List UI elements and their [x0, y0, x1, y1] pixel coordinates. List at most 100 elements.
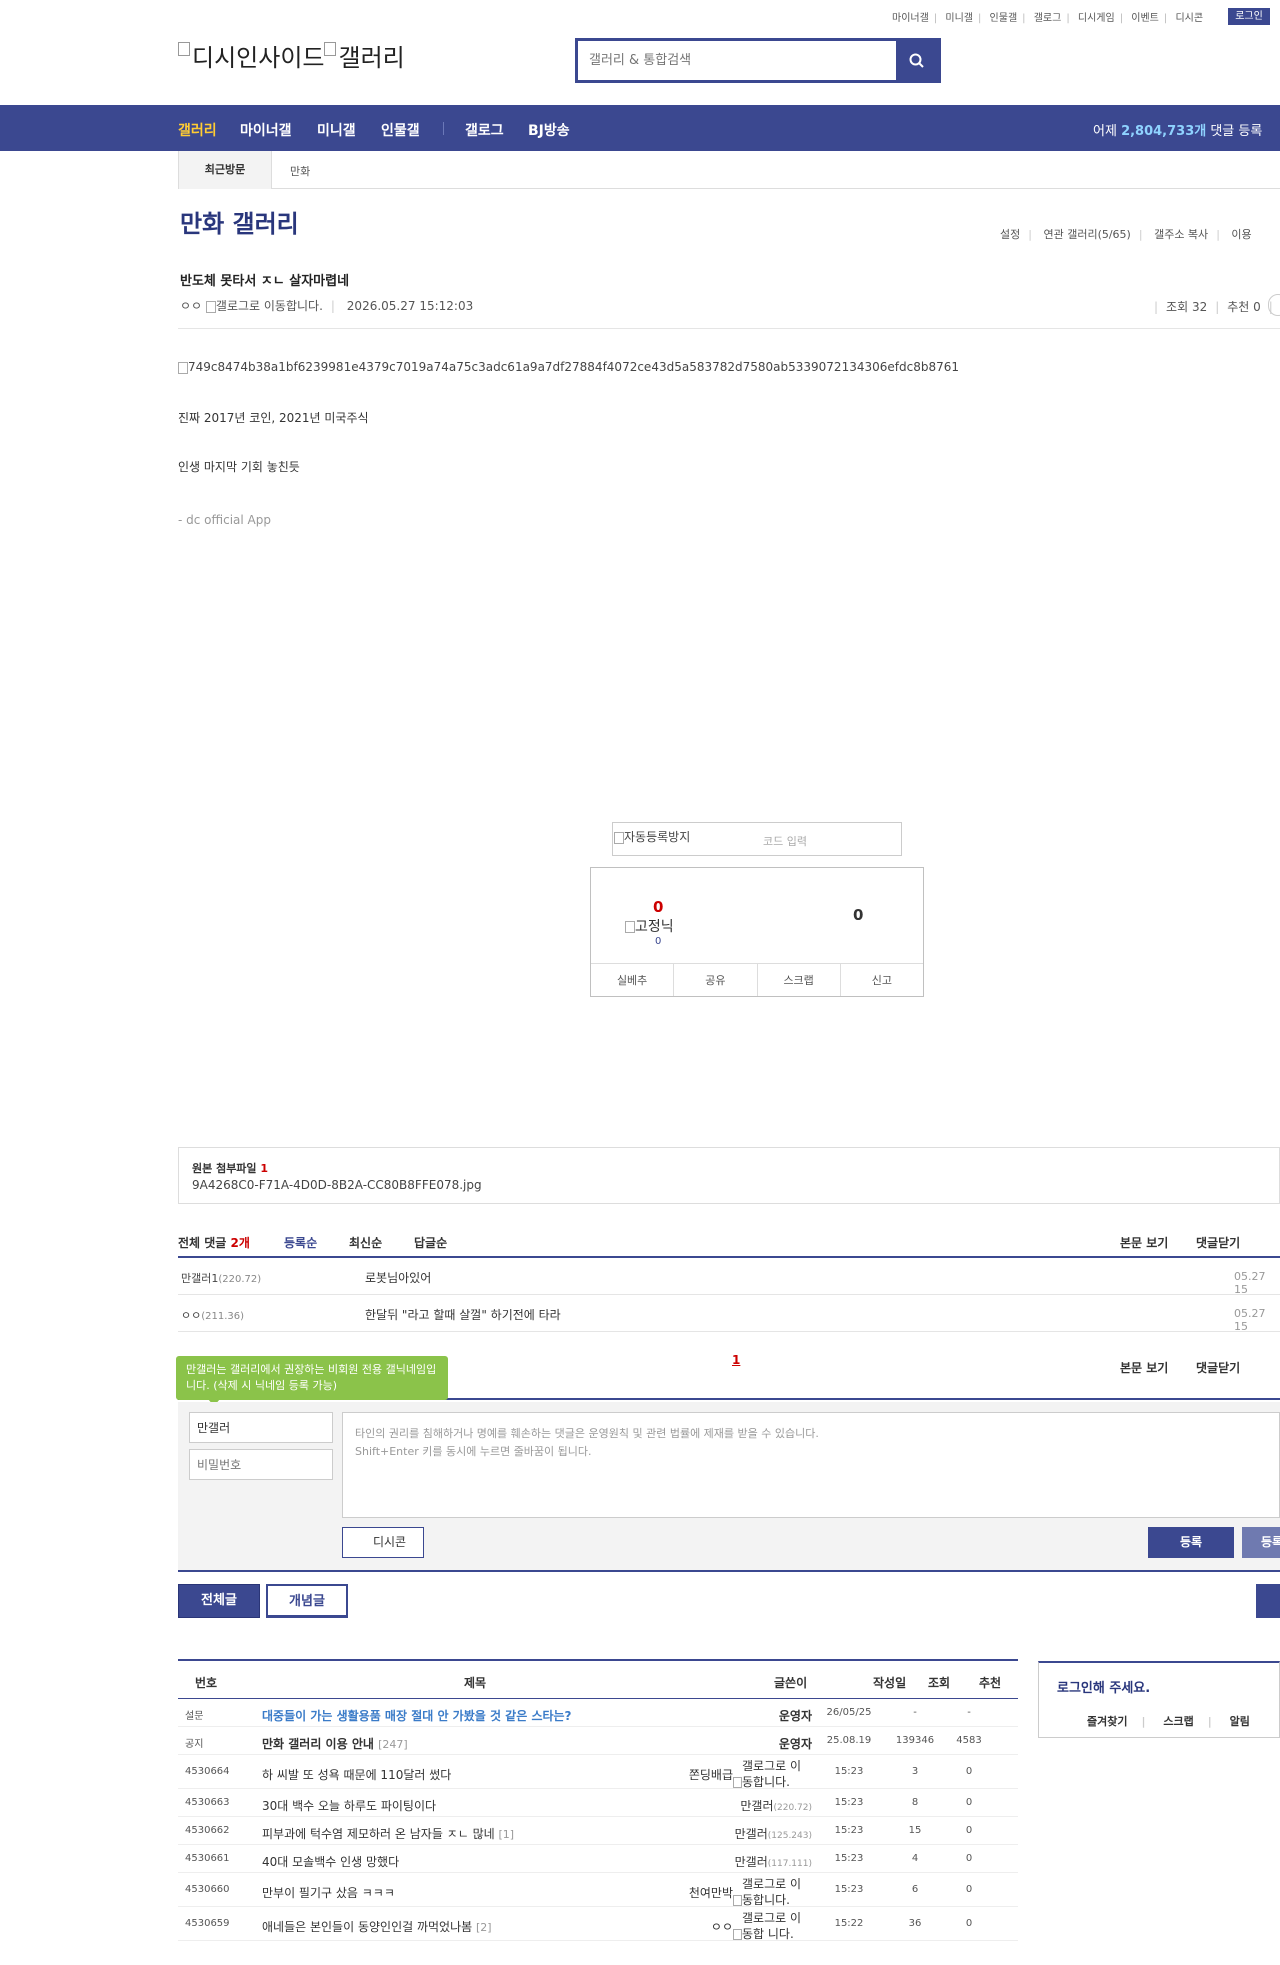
- post-title-link[interactable]: 애네들은 본인들이 동양인인걸 까먹었나봄 [2]: [262, 1918, 492, 1935]
- nav-gallog[interactable]: 갤로그: [465, 120, 504, 140]
- post-list-row[interactable]: 4530659 애네들은 본인들이 동양인인걸 까먹었나봄 [2] ㅇㅇ갤로그로 이…: [178, 1907, 1018, 1941]
- sort-registered[interactable]: 등록순: [284, 1234, 317, 1251]
- scrap-button[interactable]: 스크랩: [758, 964, 841, 996]
- login-button[interactable]: 로그인: [1228, 8, 1270, 25]
- sort-replies[interactable]: 답글순: [414, 1234, 447, 1251]
- post-author[interactable]: ㅇㅇ: [180, 299, 202, 313]
- gallery-usage-link[interactable]: 이용: [1231, 228, 1251, 241]
- password-field[interactable]: [189, 1449, 333, 1480]
- top-link-mini[interactable]: 미니갤: [945, 13, 973, 24]
- top-link-dccon[interactable]: 디시콘: [1175, 13, 1203, 24]
- nickname-field[interactable]: [189, 1412, 333, 1443]
- post-date: 15:23: [834, 1884, 864, 1895]
- post-list-body: 설문 대중들이 가는 생활용품 매장 절대 안 가봤을 것 같은 스타는? 운영자 2…: [178, 1699, 1018, 1941]
- comment-page-1[interactable]: 1: [732, 1353, 740, 1367]
- top-link-minor[interactable]: 마이너갤: [892, 13, 929, 24]
- fixed-nick-count: 0: [655, 936, 662, 947]
- post-writer[interactable]: 천여만박갤로그로 이 동합니다.: [689, 1877, 812, 1908]
- attachment-box: 원본 첨부파일 1 9A4268C0-F71A-4D0D-8B2A-CC80B8…: [178, 1147, 1280, 1204]
- post-title-link[interactable]: 대중들이 가는 생활용품 매장 절대 안 가봤을 것 같은 스타는?: [262, 1707, 572, 1724]
- broken-image-icon: [324, 42, 337, 56]
- search-input[interactable]: [578, 41, 896, 80]
- gallery-settings-link[interactable]: 설정: [1000, 228, 1020, 241]
- scrap-link[interactable]: 스크랩: [1163, 1715, 1193, 1728]
- captcha-input[interactable]: 코드 입력: [763, 833, 807, 849]
- post-title-link[interactable]: 만부이 필기구 샀음 ㅋㅋㅋ: [262, 1884, 395, 1901]
- post-date: 25.08.19: [826, 1735, 872, 1746]
- post-more-button[interactable]: [1268, 294, 1280, 316]
- yesterday-comment-stat: 어제 2,804,733개 댓글 등록: [1093, 124, 1263, 139]
- post-writer[interactable]: 만갤러(125.243): [735, 1825, 812, 1842]
- gallog-link[interactable]: 갤로그로 이 동합니다.: [733, 1758, 812, 1790]
- post-writer[interactable]: 만갤러(220.72): [740, 1797, 812, 1814]
- top-link-person[interactable]: 인물갤: [990, 13, 1018, 24]
- post-title-link[interactable]: 하 씨발 또 성욕 때문에 110달러 썼다: [262, 1766, 451, 1783]
- gallog-link[interactable]: 갤로그로 이동합니다.: [205, 299, 323, 313]
- post-list-row[interactable]: 4530662 피부과에 턱수염 제모하러 온 남자들 ㅈㄴ 많네 [1] 만갤러(…: [178, 1817, 1018, 1845]
- dccon-button[interactable]: 디시콘: [342, 1527, 424, 1558]
- comment-nick[interactable]: ㅇㅇ(211.36): [181, 1307, 244, 1323]
- post-image[interactable]: 749c8474b38a1bf6239981e4379c7019a74a75c3…: [178, 360, 959, 374]
- post-list-row[interactable]: 4530661 40대 모솔백수 인생 망했다 만갤러(117.111) 15:23 4…: [178, 1845, 1018, 1873]
- post-meta: ㅇㅇ 갤로그로 이동합니다. | 2026.05.27 15:12:03: [180, 299, 474, 313]
- post-title-link[interactable]: 피부과에 턱수염 제모하러 온 남자들 ㅈㄴ 많네 [1]: [262, 1825, 514, 1842]
- copy-gallery-address-link[interactable]: 갤주소 복사: [1154, 228, 1208, 241]
- comment-textarea[interactable]: 타인의 권리를 침해하거나 명예를 훼손하는 댓글은 운영원칙 및 관련 법률에…: [342, 1412, 1280, 1518]
- post-title-link[interactable]: 40대 모솔백수 인생 망했다: [262, 1853, 399, 1870]
- gallery-title[interactable]: 만화 갤러리: [180, 204, 299, 239]
- nav-minor-gallery[interactable]: 마이너갤: [240, 120, 292, 140]
- close-comments-link[interactable]: 댓글닫기: [1196, 1234, 1240, 1251]
- post-list-row[interactable]: 4530660 만부이 필기구 샀음 ㅋㅋㅋ 천여만박갤로그로 이 동합니다. 15:…: [178, 1873, 1018, 1907]
- post-title-link[interactable]: 30대 백수 오늘 하루도 파이팅이다: [262, 1797, 436, 1814]
- comment-write-box: 타인의 권리를 침해하거나 명예를 훼손하는 댓글은 운영원칙 및 관련 법률에…: [178, 1402, 1280, 1571]
- view-body-link[interactable]: 본문 보기: [1120, 1359, 1168, 1376]
- gallery-header-links: 설정 | 연관 갤러리(5/65) | 갤주소 복사 | 이용: [1000, 228, 1252, 241]
- post-list-row[interactable]: 설문 대중들이 가는 생활용품 매장 절대 안 가봤을 것 같은 스타는? 운영자 2…: [178, 1699, 1018, 1727]
- search-button[interactable]: [896, 41, 938, 80]
- broken-image-icon: [614, 831, 624, 844]
- logo-text-gallery: 갤러리: [338, 44, 405, 72]
- top-link-gallog[interactable]: 갤로그: [1034, 13, 1062, 24]
- post-title-link[interactable]: 만화 갤러리 이용 안내 [247]: [262, 1735, 408, 1752]
- nav-bj-broadcast[interactable]: BJ방송: [528, 120, 570, 140]
- login-prompt[interactable]: 로그인해 주세요.: [1057, 1677, 1150, 1696]
- top-link-dcgame[interactable]: 디시게임: [1078, 13, 1115, 24]
- post-list-row[interactable]: 4530664 하 씨발 또 성욕 때문에 110달러 썼다 쫀딩배급갤로그로 이 …: [178, 1755, 1018, 1789]
- post-list-row[interactable]: 4530663 30대 백수 오늘 하루도 파이팅이다 만갤러(220.72) 15:…: [178, 1789, 1018, 1817]
- close-comments-link[interactable]: 댓글닫기: [1196, 1359, 1240, 1376]
- post-writer[interactable]: 만갤러(117.111): [735, 1853, 812, 1870]
- attachment-file-link[interactable]: 9A4268C0-F71A-4D0D-8B2A-CC80B8FFE078.jpg: [192, 1178, 482, 1192]
- gallog-link[interactable]: 갤로그로 이 동합니다.: [733, 1876, 812, 1908]
- post-list-row[interactable]: 공지 만화 갤러리 이용 안내 [247] 운영자 25.08.19 139346 458…: [178, 1727, 1018, 1755]
- recommend-actions: 실베추 공유 스크랩 신고: [591, 963, 923, 996]
- notification-link[interactable]: 알림: [1230, 1715, 1250, 1728]
- post-writer[interactable]: 쫀딩배급갤로그로 이 동합니다.: [689, 1759, 812, 1790]
- favorites-link[interactable]: 즐겨찾기: [1087, 1715, 1127, 1728]
- tab-concept-posts[interactable]: 개념글: [266, 1584, 348, 1618]
- sort-latest[interactable]: 최신순: [349, 1234, 382, 1251]
- nav-person-gallery[interactable]: 인물갤: [381, 120, 420, 140]
- comment-submit-button[interactable]: 등록: [1148, 1527, 1234, 1558]
- real-best-button[interactable]: 실베추: [591, 964, 675, 996]
- post-writer[interactable]: 운영자: [779, 1707, 812, 1724]
- tab-all-posts[interactable]: 전체글: [178, 1584, 260, 1618]
- comment-submit-register-button[interactable]: 등록: [1242, 1527, 1280, 1558]
- report-button[interactable]: 신고: [841, 964, 923, 996]
- recent-visit-label[interactable]: 최근방문: [178, 151, 272, 189]
- share-button[interactable]: 공유: [674, 964, 758, 996]
- site-logo[interactable]: 디시인사이드 갤러리: [178, 38, 405, 73]
- related-gallery-link[interactable]: 연관 갤러리(5/65): [1043, 228, 1130, 241]
- write-button[interactable]: [1256, 1584, 1280, 1618]
- gallog-link[interactable]: 갤로그로 이동합 니다.: [733, 1910, 812, 1942]
- comment-date: 05.27 15: [1234, 1270, 1266, 1296]
- reply-count: [1]: [498, 1828, 515, 1841]
- top-link-event[interactable]: 이벤트: [1131, 13, 1159, 24]
- nav-mini-gallery[interactable]: 미니갤: [317, 120, 356, 140]
- post-writer[interactable]: 운영자: [779, 1735, 812, 1752]
- comment-text: 로봇님아있어: [365, 1271, 432, 1285]
- recent-visit-item[interactable]: 만화: [290, 163, 310, 179]
- nav-gallery[interactable]: 갤러리: [178, 120, 217, 140]
- post-writer[interactable]: ㅇㅇ갤로그로 이동합 니다.: [711, 1911, 812, 1942]
- comment-nick[interactable]: 만갤러1(220.72): [181, 1270, 261, 1286]
- view-body-link[interactable]: 본문 보기: [1120, 1234, 1168, 1251]
